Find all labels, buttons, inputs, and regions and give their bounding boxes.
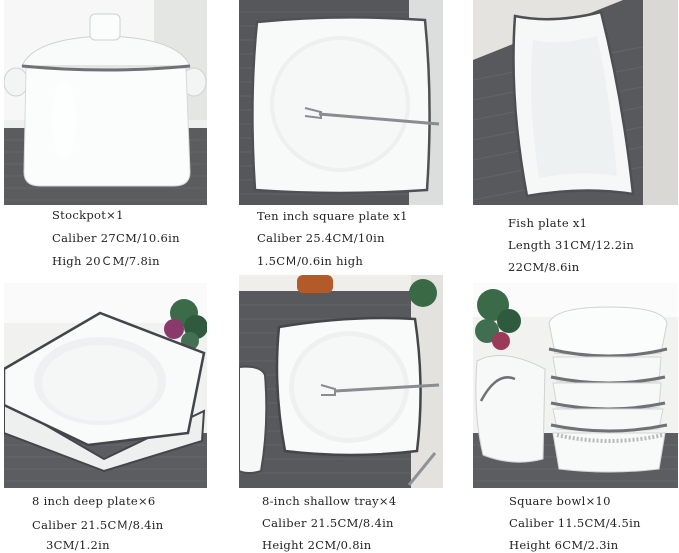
shallow-tray-caption-line-2: Caliber 21.5CM/8.4in (262, 516, 394, 530)
square-bowl-photo (473, 283, 678, 488)
square-plate-caption-line-2: Caliber 25.4CM/10in (257, 231, 385, 245)
shallow-tray-photo (239, 275, 443, 488)
fish-plate-caption-line-3: 22CM/8.6in (508, 260, 580, 274)
stockpot-caption-line-2: Caliber 27CM/10.6in (52, 231, 180, 245)
deep-plate-photo (4, 283, 207, 488)
deep-plate-caption-line-3: 3CM/1.2in (46, 538, 110, 552)
shallow-tray-caption-line-1: 8-inch shallow tray×4 (262, 494, 397, 508)
deep-plate-caption-line-1: 8 inch deep plate×6 (32, 494, 156, 508)
square-plate-photo (239, 0, 443, 205)
fish-plate-photo (473, 0, 678, 205)
square-bowl-caption-line-2: Caliber 11.5CM/4.5in (509, 516, 641, 530)
fish-plate-caption-line-1: Fish plate x1 (508, 216, 588, 230)
stockpot-caption-line-3: High 20ＣM/7.8in (52, 254, 160, 268)
square-bowl-caption-line-3: Height 6CM/2.3in (509, 538, 619, 552)
shallow-tray-caption-line-3: Height 2CM/0.8in (262, 538, 372, 552)
square-plate-caption-line-3: 1.5CＭ/0.6in high (257, 254, 364, 268)
square-plate-caption-line-1: Ten inch square plate x1 (257, 209, 408, 223)
deep-plate-caption-line-2: Caliber 21.5CＭ/8.4in (32, 518, 164, 532)
stockpot-photo (4, 0, 207, 205)
fish-plate-caption-line-2: Length 31CM/12.2in (508, 238, 635, 252)
stockpot-caption-line-1: Stockpot×1 (52, 208, 124, 222)
square-bowl-caption-line-1: Square bowl×10 (509, 494, 611, 508)
